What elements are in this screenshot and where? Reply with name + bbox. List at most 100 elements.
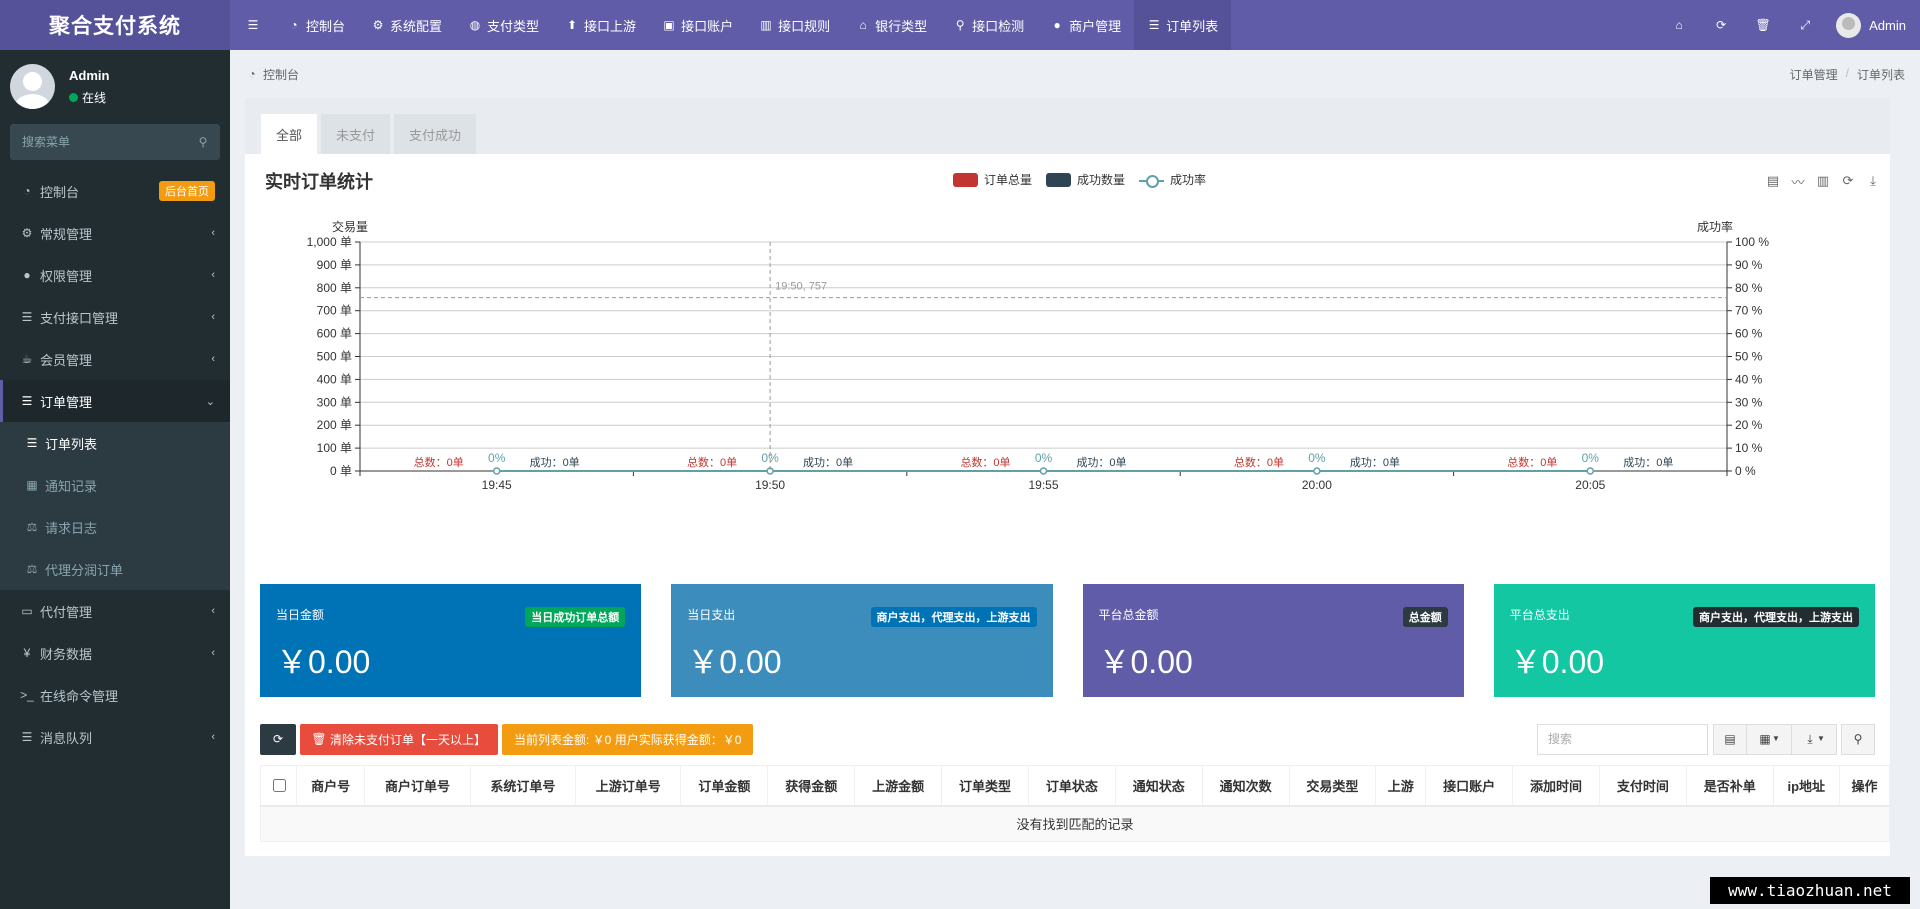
topnav-item-rules[interactable]: ▥ 接口规则 (746, 0, 843, 50)
sidebar-item-order-mgmt[interactable]: ☰ 订单管理 ⌄ (0, 380, 230, 422)
topnav-item-order-list[interactable]: ☰ 订单列表 (1134, 0, 1232, 50)
advanced-search-button[interactable]: ⚲ (1841, 723, 1875, 755)
user-menu[interactable]: Admin (1826, 0, 1920, 50)
column-header[interactable]: 上游订单号 (575, 765, 682, 807)
sidebar-search: ⚲ (10, 124, 220, 160)
table-toolbar: ⟳ 🗑 清除未支付订单【一天以上】 当前列表金额: ￥0 用户实际获得金额：￥0 … (260, 723, 1875, 755)
column-header[interactable]: 获得金额 (767, 765, 856, 807)
y-right-tick-label: 70 % (1735, 304, 1763, 318)
sidebar-item-online-cmd[interactable]: >_ 在线命令管理 (0, 674, 230, 716)
refresh-table-button[interactable]: ⟳ (260, 723, 296, 755)
sidebar-subitem-notify-log[interactable]: ▦ 通知记录 (0, 464, 230, 506)
toggle-view-button[interactable]: ▤ (1713, 723, 1747, 755)
column-header[interactable]: 上游金额 (854, 765, 943, 807)
breadcrumb-item[interactable]: 订单管理 (1790, 66, 1838, 83)
topnav-item-bank-type[interactable]: ⌂ 银行类型 (843, 0, 940, 50)
column-header[interactable]: 商户号 (295, 765, 366, 807)
clear-cache-button[interactable]: 🗑 (1742, 0, 1784, 50)
column-header[interactable]: 订单类型 (941, 765, 1029, 807)
sidebar-subitem-request-log[interactable]: ⚖ 请求日志 (0, 506, 230, 548)
search-icon[interactable]: ⚲ (196, 135, 210, 149)
topnav-item-merchant[interactable]: ● 商户管理 (1037, 0, 1134, 50)
sidebar-submenu-order: ☰ 订单列表 ▦ 通知记录 ⚖ 请求日志 ⚖ 代理分润订单 (0, 422, 230, 590)
column-header[interactable]: ip地址 (1772, 765, 1840, 807)
y-tick-label: 900 单 (317, 258, 352, 272)
stat-card-platform-total: 平台总金额 总金额 ￥0.00 (1082, 584, 1464, 697)
sidebar-item-pay-interface[interactable]: ☰ 支付接口管理 ‹ (0, 296, 230, 338)
refresh-button[interactable]: ⟳ (1700, 0, 1742, 50)
column-header[interactable]: 系统订单号 (469, 765, 577, 807)
sidebar-item-finance[interactable]: ¥ 财务数据 ‹ (0, 632, 230, 674)
sidebar-subitem-order-list[interactable]: ☰ 订单列表 (0, 422, 230, 464)
topnav-item-system-config[interactable]: ⚙ 系统配置 (358, 0, 455, 50)
tab-paid[interactable]: 支付成功 (394, 114, 477, 154)
amount-summary-button[interactable]: 当前列表金额: ￥0 用户实际获得金额：￥0 (502, 723, 754, 755)
column-header[interactable]: 上游 (1375, 765, 1427, 807)
sidebar-item-member[interactable]: ☕ 会员管理 ‹ (0, 338, 230, 380)
stat-card-today-amount: 当日金额 当日成功订单总额 ￥0.00 (260, 584, 642, 697)
sidebar-toggle-button[interactable]: ☰ (230, 0, 274, 50)
content-header: ◔ 控制台 订单管理 / 订单列表 (230, 50, 1920, 98)
chevron-left-icon: ‹ (211, 269, 215, 281)
globe-icon: ◍ (469, 18, 481, 32)
user-icon: ● (1053, 18, 1061, 32)
topnav-item-upstream[interactable]: ⬆ 接口上游 (552, 0, 649, 50)
topnav-item-pay-type[interactable]: ◍ 支付类型 (455, 0, 552, 50)
topnav-item-detection[interactable]: ⚲ 接口检测 (940, 0, 1037, 50)
gear-icon: ⚙ (372, 18, 384, 32)
column-header[interactable]: 通知次数 (1201, 765, 1290, 807)
home-button[interactable]: ⌂ (1658, 0, 1700, 50)
sidebar-item-permission[interactable]: ● 权限管理 ‹ (0, 254, 230, 296)
select-all-checkbox[interactable] (272, 778, 286, 792)
column-header[interactable]: 是否补单 (1685, 765, 1774, 807)
avatar (10, 64, 55, 109)
sidebar-item-general[interactable]: ⚙ 常规管理 ‹ (0, 212, 230, 254)
topnav-item-dashboard[interactable]: ◔ 控制台 (274, 0, 358, 50)
columns-dropdown-button[interactable]: ▦ ▼ (1746, 723, 1792, 755)
export-dropdown-button[interactable]: ⤓ ▼ (1791, 723, 1837, 755)
data-label-rate: 0% (488, 451, 506, 465)
column-header[interactable]: 接口账户 (1425, 765, 1514, 807)
money-icon: ▭ (21, 604, 33, 618)
column-header[interactable]: 订单状态 (1027, 765, 1116, 807)
y-right-tick-label: 40 % (1735, 372, 1763, 386)
tab-unpaid[interactable]: 未支付 (321, 114, 391, 154)
card-badge: 总金额 (1402, 607, 1448, 627)
column-header[interactable]: 支付时间 (1598, 765, 1687, 807)
y-tick-label: 300 单 (317, 395, 352, 409)
sidebar-search-input[interactable] (20, 134, 196, 150)
sidebar-item-payout[interactable]: ▭ 代付管理 ‹ (0, 590, 230, 632)
fullscreen-button[interactable]: ⤢ (1784, 0, 1826, 50)
x-tick-label: 19:45 (482, 478, 512, 492)
app-logo[interactable]: 聚合支付系统 (0, 0, 230, 50)
online-dot-icon (69, 92, 78, 102)
clear-unpaid-button[interactable]: 🗑 清除未支付订单【一天以上】 (300, 723, 499, 755)
stat-cards: 当日金额 当日成功订单总额 ￥0.00 当日支出 商户支出，代理支出，上游支出 … (260, 584, 1875, 697)
column-header[interactable]: 操作 (1838, 765, 1891, 807)
sidebar-item-msg-queue[interactable]: ☰ 消息队列 ‹ (0, 716, 230, 758)
column-header[interactable]: 添加时间 (1512, 765, 1600, 807)
stat-card-platform-expense: 平台总支出 商户支出，代理支出，上游支出 ￥0.00 (1493, 584, 1875, 697)
y-tick-label: 500 单 (317, 350, 352, 364)
tab-all[interactable]: 全部 (261, 114, 318, 154)
column-header[interactable]: 通知状态 (1114, 765, 1203, 807)
users-icon: ● (23, 268, 31, 282)
data-label-rate: 0% (1308, 451, 1326, 465)
sidebar-subitem-agent-profit[interactable]: ⚖ 代理分润订单 (0, 548, 230, 590)
fullscreen-icon: ⤢ (1800, 18, 1810, 32)
top-nav: ☰ ◔ 控制台 ⚙ 系统配置 ◍ 支付类型 ⬆ 接口上游 ▣ 接口账户 ▥ 接口规则 ⌂ 银行… (230, 0, 1232, 50)
data-label-rate: 0% (1582, 451, 1600, 465)
card-value: ￥0.00 (1098, 644, 1193, 680)
column-header[interactable]: 商户订单号 (364, 765, 471, 807)
calendar-icon: ▦ (26, 478, 38, 492)
column-header[interactable]: 交易类型 (1288, 765, 1377, 807)
balance-icon: ⚖ (26, 562, 38, 576)
order-tabs: 全部 未支付 支付成功 (245, 98, 1890, 154)
sidebar-user-name: Admin (69, 67, 110, 83)
table-search-input[interactable] (1537, 723, 1708, 755)
card-badge: 商户支出，代理支出，上游支出 (870, 607, 1037, 627)
card-label: 平台总金额 (1098, 608, 1159, 622)
sidebar-item-dashboard[interactable]: ◔ 控制台 后台首页 (0, 170, 230, 212)
topnav-item-account[interactable]: ▣ 接口账户 (649, 0, 746, 50)
column-header[interactable]: 订单金额 (680, 765, 769, 807)
